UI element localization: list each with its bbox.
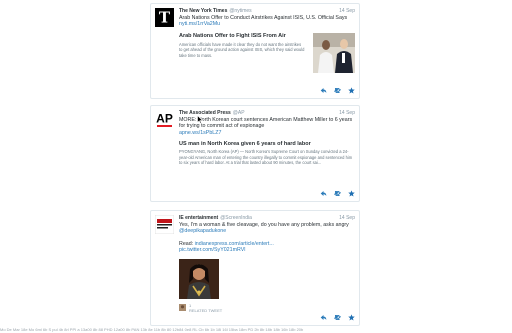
tweet-link[interactable]: nyti.ms/1rrVa2Mu — [179, 21, 220, 27]
tweet-date[interactable]: 14 Sep — [339, 109, 355, 117]
retweet-icon[interactable] — [334, 87, 341, 94]
author-name[interactable]: The Associated Press — [179, 110, 231, 116]
mouse-cursor-icon — [197, 115, 203, 124]
retweet-icon[interactable] — [334, 190, 341, 197]
author-handle[interactable]: @nytimes — [229, 8, 251, 14]
reply-icon[interactable] — [320, 190, 327, 197]
author-handle[interactable]: @ScreenIndia — [220, 215, 252, 221]
related-avatar — [179, 303, 186, 311]
reply-icon[interactable] — [320, 314, 327, 321]
reply-icon[interactable] — [320, 87, 327, 94]
tweet-associated-press[interactable]: AP The Associated Press @AP 14 Sep MORE: … — [150, 105, 360, 202]
svg-text:T: T — [159, 9, 171, 27]
related-label: RELATED TWEET — [189, 307, 223, 313]
tweet-actions — [320, 87, 355, 94]
link-card[interactable]: Arab Nations Offer to Fight ISIS From Ai… — [179, 32, 355, 77]
mention-link[interactable]: @deepikapadukone — [179, 228, 226, 234]
tweet-text-body: Yes, I'm a woman & five cleavage, do you… — [179, 222, 349, 228]
author-name[interactable]: IE entertainment — [179, 215, 218, 221]
bottom-status-bar: Mo De Mar 18e Mo 6ml 6b S pul 4b 8rl PPI… — [0, 327, 304, 332]
svg-text:AP: AP — [156, 112, 173, 126]
tweet-actions — [320, 314, 355, 321]
card-description: American officials have made it clear th… — [179, 41, 305, 58]
author-name[interactable]: The New York Times — [179, 8, 227, 14]
pic-link[interactable]: pic.twitter.com/SyY021mRVl — [179, 247, 355, 253]
tweet-text: MORE: North Korean court sentences Ameri… — [179, 117, 355, 136]
card-title[interactable]: Arab Nations Offer to Fight ISIS From Ai… — [179, 33, 305, 40]
tweet-text-body: Arab Nations Offer to Conduct Airstrikes… — [179, 15, 348, 21]
read-label: Read: — [179, 240, 194, 247]
author-handle[interactable]: @AP — [233, 110, 245, 116]
tweet-date[interactable]: 14 Sep — [339, 214, 355, 222]
tweet-text: Arab Nations Offer to Conduct Airstrikes… — [179, 15, 355, 28]
tweet-nytimes[interactable]: T The New York Times @nytimes 14 Sep Arab… — [150, 3, 360, 99]
favorite-star-icon[interactable] — [348, 87, 355, 94]
tweet-actions — [320, 190, 355, 197]
favorite-star-icon[interactable] — [348, 190, 355, 197]
tweet-text-body: MORE: North Korean court sentences Ameri… — [179, 117, 353, 130]
tweet-date[interactable]: 14 Sep — [339, 7, 355, 15]
ap-logo-avatar[interactable]: AP — [155, 110, 174, 129]
article-link[interactable]: indianexpress.com/article/entert... — [195, 241, 274, 247]
nytimes-avatar[interactable]: T — [155, 8, 174, 27]
ie-entertainment-avatar[interactable] — [154, 214, 175, 235]
tweet-ie-entertainment[interactable]: IE entertainment @ScreenIndia 14 Sep Yes,… — [150, 210, 360, 326]
link-card[interactable]: US man in North Korea given 6 years of h… — [179, 141, 355, 166]
tweet-link[interactable]: apne.ws/1sPbLZ7 — [179, 130, 355, 136]
card-description: PYONGYANG, North Korea (AP) — North Kore… — [179, 149, 353, 166]
card-title[interactable]: US man in North Korea given 6 years of h… — [179, 141, 355, 148]
retweet-icon[interactable] — [334, 314, 341, 321]
tweet-photo[interactable] — [179, 258, 219, 299]
tweet-text: Yes, I'm a woman & five cleavage, do you… — [179, 222, 355, 235]
favorite-star-icon[interactable] — [348, 314, 355, 321]
card-thumbnail-image[interactable] — [313, 32, 355, 73]
related-tweet[interactable]: 1 RELATED TWEET — [179, 303, 355, 313]
